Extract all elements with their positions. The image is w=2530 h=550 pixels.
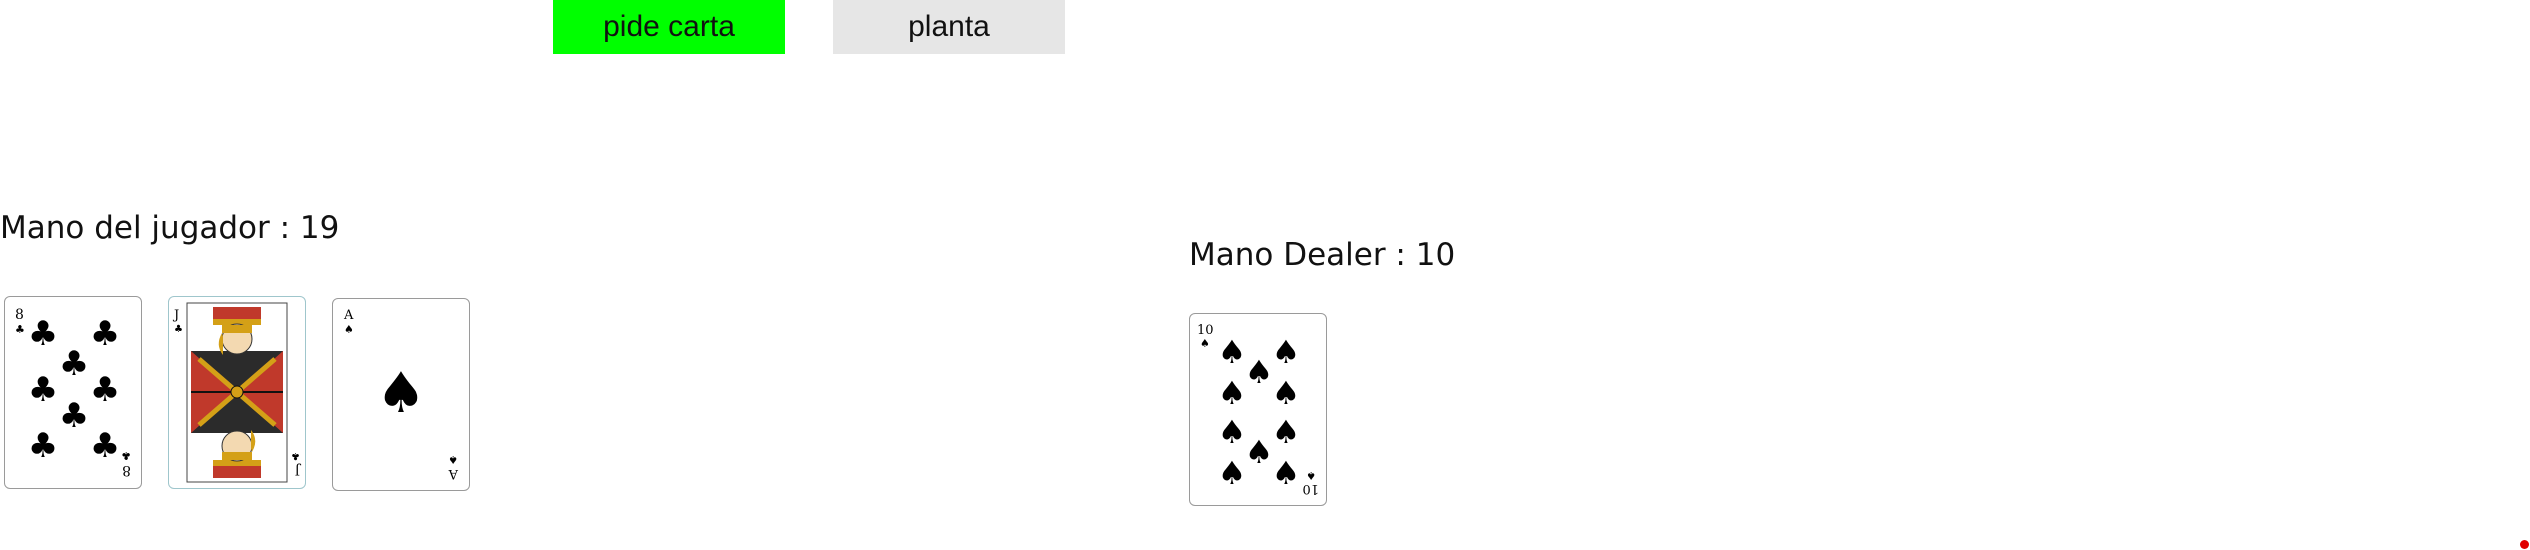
spade-icon: ♠ [1272,374,1301,412]
blackjack-table: pide carta planta Mano del jugador : 19 … [0,0,2530,550]
spade-icon: ♠ [1245,433,1274,471]
club-icon: ♣ [15,323,25,336]
club-icon: ♣ [28,314,58,354]
jack-portrait-icon [186,302,288,483]
spade-icon: ♠ [1218,454,1247,492]
card-face: 10 ♠ 10 ♠ ♠ ♠ ♠ ♠ ♠ ♠ ♠ ♠ ♠ ♠ [1197,323,1319,496]
spade-icon: ♠ [1218,413,1247,451]
spade-icon: ♠ [376,361,426,426]
hit-button[interactable]: pide carta [553,0,785,54]
card-rank: J [172,308,179,323]
spade-icon: ♠ [448,453,458,466]
dealer-card-1: 10 ♠ 10 ♠ ♠ ♠ ♠ ♠ ♠ ♠ ♠ ♠ ♠ ♠ [1189,313,1327,506]
card-rank: 10 [1302,481,1319,496]
club-icon: ♣ [28,426,58,466]
spade-icon: ♠ [1272,333,1301,371]
stand-button[interactable]: planta [833,0,1065,54]
spade-icon: ♠ [1200,337,1210,350]
club-icon: ♣ [59,396,89,436]
spade-icon: ♠ [1245,353,1274,391]
club-icon: ♣ [28,370,58,410]
player-card-2: J ♣ J ♣ [168,296,306,489]
club-icon: ♣ [121,449,131,462]
spade-icon: ♠ [1272,454,1301,492]
spade-icon: ♠ [344,323,354,336]
club-icon: ♣ [291,450,300,461]
club-icon: ♣ [90,370,120,410]
club-icon: ♣ [90,426,120,466]
spade-icon: ♠ [1218,374,1247,412]
club-icon: ♣ [90,314,120,354]
card-face: J ♣ J ♣ [172,302,302,483]
player-card-3: A ♠ A ♠ ♠ [332,298,470,491]
spade-icon: ♠ [1272,413,1301,451]
card-rank: 8 [122,462,131,478]
card-rank: A [448,466,459,481]
card-rank: 8 [15,307,24,323]
player-hand-label: Mano del jugador : 19 [0,210,340,246]
dealer-hand-label: Mano Dealer : 10 [1189,237,1456,273]
club-icon: ♣ [59,344,89,384]
red-indicator-dot [2520,540,2529,549]
card-face: 8 ♣ 8 ♣ ♣ ♣ ♣ ♣ ♣ ♣ ♣ ♣ [15,307,131,478]
spade-icon: ♠ [1306,469,1316,482]
card-rank: 10 [1197,323,1214,338]
spade-icon: ♠ [1218,333,1247,371]
card-rank: J [295,462,302,477]
player-card-1: 8 ♣ 8 ♣ ♣ ♣ ♣ ♣ ♣ ♣ ♣ ♣ [4,296,142,489]
card-rank: A [343,308,354,323]
club-icon: ♣ [174,324,183,335]
card-face: A ♠ A ♠ ♠ [343,308,459,481]
